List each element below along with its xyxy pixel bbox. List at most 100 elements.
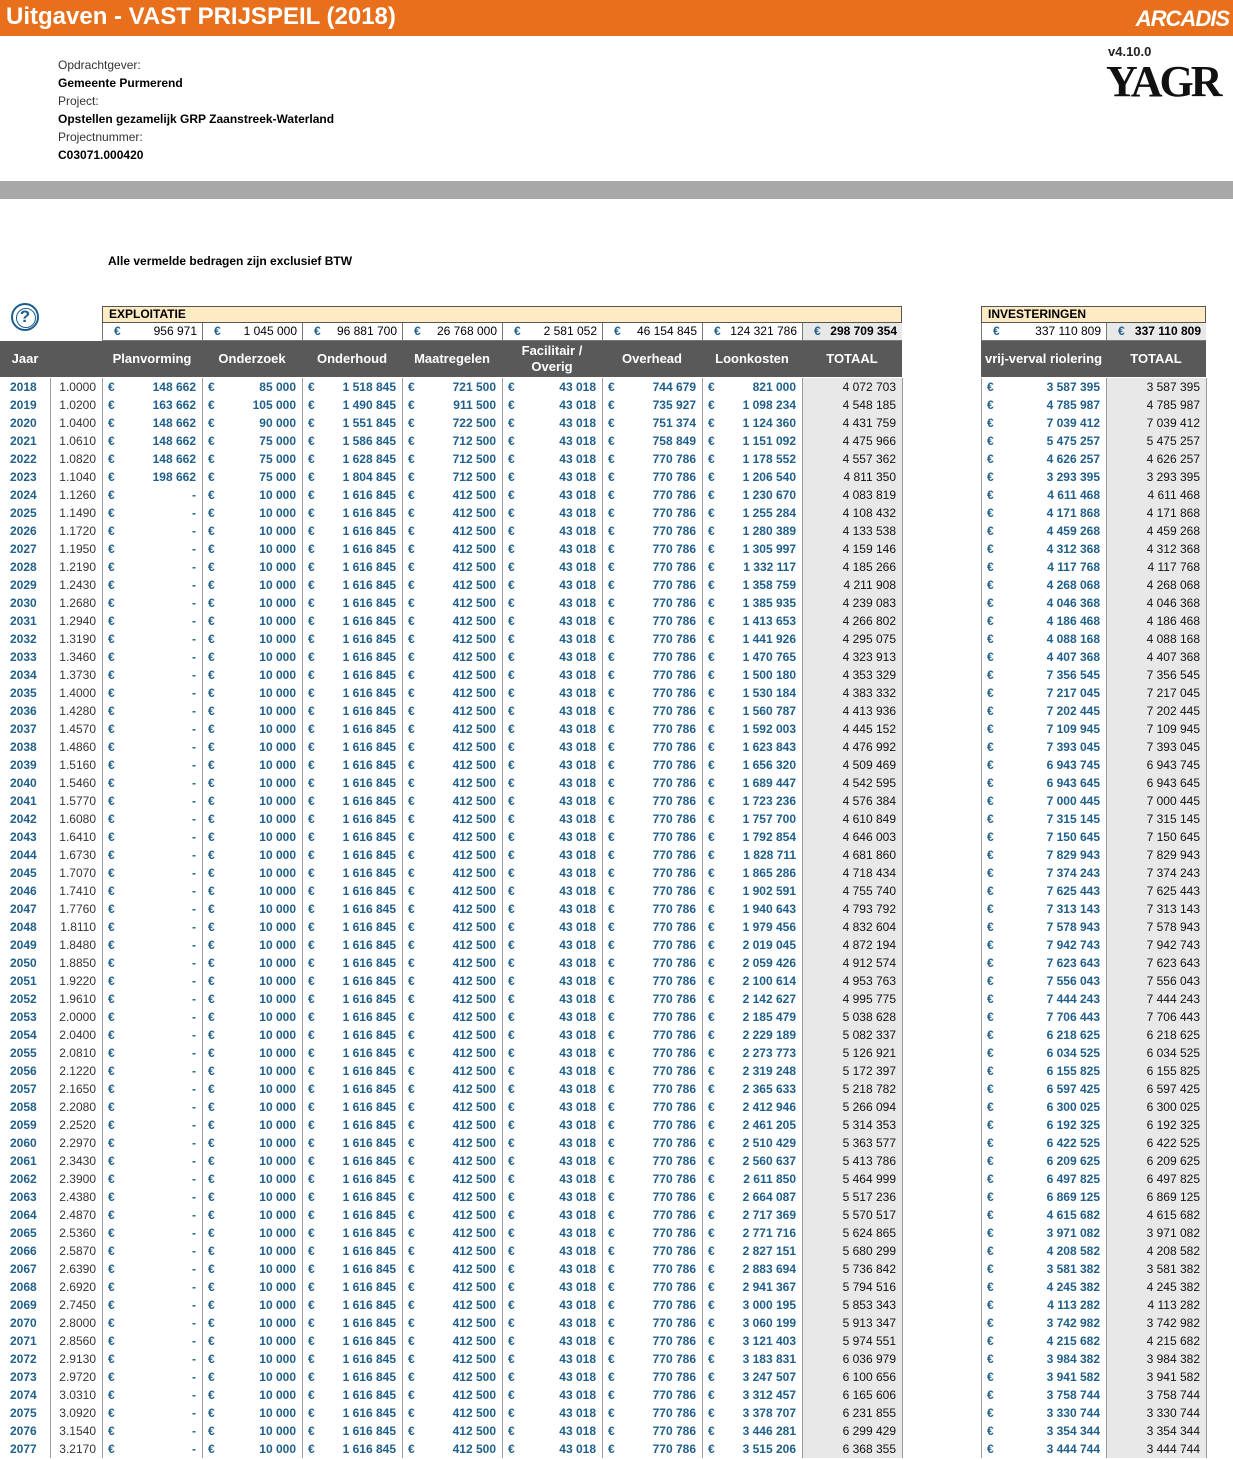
amount-cell: 412 500	[452, 560, 496, 574]
amount-cell: 10 000	[259, 758, 296, 772]
amount-cell: 1 098 234	[742, 398, 796, 412]
amount-cell: -	[192, 884, 196, 898]
amount-cell: 43 018	[559, 524, 596, 538]
arcadis-logo: ARCADIS	[1135, 6, 1230, 31]
amount-cell: -	[192, 992, 196, 1006]
amount-cell: 770 786	[652, 956, 696, 970]
total-cell: 4 811 350	[802, 468, 902, 486]
vrijverval-cell: 4 171 868	[1046, 506, 1100, 520]
amount-cell: 412 500	[452, 668, 496, 682]
index-factor-cell: 1.2940	[59, 614, 96, 628]
investeringen-total-cell: 4 208 582	[1106, 1242, 1206, 1260]
amount-cell: 770 786	[652, 1028, 696, 1042]
amount-cell: 10 000	[259, 722, 296, 736]
amount-cell: -	[192, 1298, 196, 1312]
amount-cell: 412 500	[452, 974, 496, 988]
amount-cell: 10 000	[259, 488, 296, 502]
amount-cell: -	[192, 1424, 196, 1438]
index-factor-cell: 1.7070	[59, 866, 96, 880]
year-cell: 2076	[10, 1424, 37, 1438]
amount-cell: 412 500	[452, 542, 496, 556]
amount-cell: 1 616 845	[342, 920, 396, 934]
index-factor-cell: 1.6080	[59, 812, 96, 826]
amount-cell: 412 500	[452, 1442, 496, 1456]
investeringen-total-cell: 6 597 425	[1106, 1080, 1206, 1098]
amount-cell: 412 500	[452, 1244, 496, 1258]
amount-cell: 10 000	[259, 1118, 296, 1132]
amount-cell: 3 121 403	[742, 1334, 796, 1348]
amount-cell: 10 000	[259, 1334, 296, 1348]
amount-cell: 1 616 845	[342, 1442, 396, 1456]
amount-cell: 1 616 845	[342, 812, 396, 826]
sum-value: 337 110 809	[1035, 324, 1101, 338]
index-factor-cell: 2.9720	[59, 1370, 96, 1384]
table-row: 2038 1.4860 € - €10 000 €1 616 845 €412 500 €43…	[0, 738, 1233, 756]
table-row: 2029 1.2430 € - €10 000 €1 616 845 €412 500 €43…	[0, 576, 1233, 594]
amount-cell: 10 000	[259, 578, 296, 592]
amount-cell: 412 500	[452, 524, 496, 538]
table-row: 2023 1.1040 €198 662 €75 000 €1 804 845 €712 …	[0, 468, 1233, 486]
year-cell: 2025	[10, 506, 37, 520]
table-row: 2073 2.9720 € - €10 000 €1 616 845 €412 500 €43…	[0, 1368, 1233, 1386]
amount-cell: 43 018	[559, 542, 596, 556]
table-row: 2047 1.7760 € - €10 000 €1 616 845 €412 500 €43…	[0, 900, 1233, 918]
amount-cell: 770 786	[652, 1082, 696, 1096]
amount-cell: 43 018	[559, 1280, 596, 1294]
amount-cell: 770 786	[652, 1190, 696, 1204]
vrijverval-cell: 3 941 582	[1046, 1370, 1100, 1384]
amount-cell: 2 412 946	[742, 1100, 796, 1114]
index-factor-cell: 2.7450	[59, 1298, 96, 1312]
amount-cell: 412 500	[452, 920, 496, 934]
index-factor-cell: 2.1650	[59, 1082, 96, 1096]
investeringen-total-cell: 4 186 468	[1106, 612, 1206, 630]
amount-cell: 1 616 845	[342, 1028, 396, 1042]
amount-cell: 2 771 716	[742, 1226, 796, 1240]
table-row: 2042 1.6080 € - €10 000 €1 616 845 €412 500 €43…	[0, 810, 1233, 828]
amount-cell: 412 500	[452, 830, 496, 844]
amount-cell: 412 500	[452, 506, 496, 520]
year-cell: 2034	[10, 668, 37, 682]
investeringen-total-cell: 6 155 825	[1106, 1062, 1206, 1080]
amount-cell: 1 616 845	[342, 1244, 396, 1258]
amount-cell: 43 018	[559, 506, 596, 520]
table-row: 2069 2.7450 € - €10 000 €1 616 845 €412 500 €43…	[0, 1296, 1233, 1314]
amount-cell: 2 100 614	[742, 974, 796, 988]
index-factor-cell: 1.9610	[59, 992, 96, 1006]
amount-cell: 10 000	[259, 1352, 296, 1366]
vrijverval-cell: 6 300 025	[1046, 1100, 1100, 1114]
amount-cell: 1 616 845	[342, 1010, 396, 1024]
table-row: 2036 1.4280 € - €10 000 €1 616 845 €412 500 €43…	[0, 702, 1233, 720]
amount-cell: 770 786	[652, 488, 696, 502]
table-row: 2031 1.2940 € - €10 000 €1 616 845 €412 500 €43…	[0, 612, 1233, 630]
amount-cell: 10 000	[259, 704, 296, 718]
index-factor-cell: 1.8110	[60, 920, 96, 934]
amount-cell: 90 000	[259, 416, 296, 430]
investeringen-section-header: INVESTERINGEN	[981, 306, 1206, 323]
amount-cell: 722 500	[452, 416, 496, 430]
exploitatie-section-header: EXPLOITATIE	[102, 306, 902, 323]
vrijverval-cell: 7 217 045	[1046, 686, 1100, 700]
year-cell: 2053	[10, 1010, 37, 1024]
total-cell: 5 853 343	[802, 1296, 902, 1314]
investeringen-total-cell: 7 356 545	[1106, 666, 1206, 684]
amount-cell: 43 018	[559, 1334, 596, 1348]
grid-line	[502, 378, 503, 1458]
amount-cell: 10 000	[259, 1316, 296, 1330]
amount-cell: 412 500	[452, 1118, 496, 1132]
index-factor-cell: 2.4380	[59, 1190, 96, 1204]
investeringen-total-cell: 6 869 125	[1106, 1188, 1206, 1206]
amount-cell: -	[192, 1334, 196, 1348]
table-row: 2068 2.6920 € - €10 000 €1 616 845 €412 500 €43…	[0, 1278, 1233, 1296]
index-factor-cell: 1.5160	[59, 758, 96, 772]
table-row: 2046 1.7410 € - €10 000 €1 616 845 €412 500 €43…	[0, 882, 1233, 900]
year-cell: 2052	[10, 992, 37, 1006]
amount-cell: 1 616 845	[342, 974, 396, 988]
amount-cell: 10 000	[259, 920, 296, 934]
year-cell: 2036	[10, 704, 37, 718]
amount-cell: 770 786	[652, 452, 696, 466]
amount-cell: 770 786	[652, 560, 696, 574]
exploitatie-sum-cell: €96 881 700	[302, 323, 402, 341]
amount-cell: 712 500	[452, 452, 496, 466]
index-factor-cell: 1.1950	[59, 542, 96, 556]
amount-cell: 770 786	[652, 704, 696, 718]
